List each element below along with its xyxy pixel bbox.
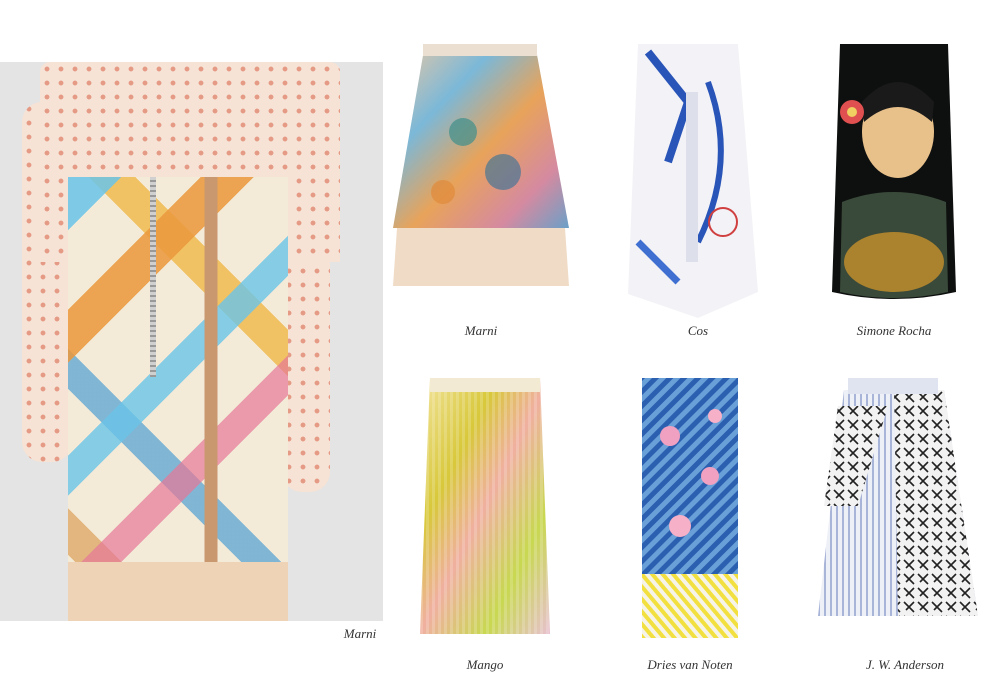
simone-rocha-caption: Simone Rocha	[856, 323, 932, 338]
cos-caption: Cos	[687, 323, 709, 338]
mango-skirt-image	[420, 378, 550, 634]
mango-caption: Mango	[466, 657, 504, 672]
dries-van-noten-skirt-image	[642, 378, 738, 638]
skirt-hem	[68, 562, 288, 621]
jw-anderson-caption: J. W. Anderson	[866, 657, 944, 672]
skirt-zipper	[150, 177, 156, 377]
jw-anderson-skirt-image	[818, 378, 978, 616]
printed-skirt	[68, 177, 288, 621]
model-photo	[0, 62, 383, 621]
cos-skirt-image	[628, 44, 758, 318]
dries-van-noten-caption: Dries van Noten	[647, 657, 733, 672]
marni-caption: Marni	[464, 323, 498, 338]
hero-caption: Marni	[343, 626, 377, 641]
marni-skirt-image	[393, 44, 569, 286]
simone-rocha-skirt-image	[832, 44, 956, 299]
